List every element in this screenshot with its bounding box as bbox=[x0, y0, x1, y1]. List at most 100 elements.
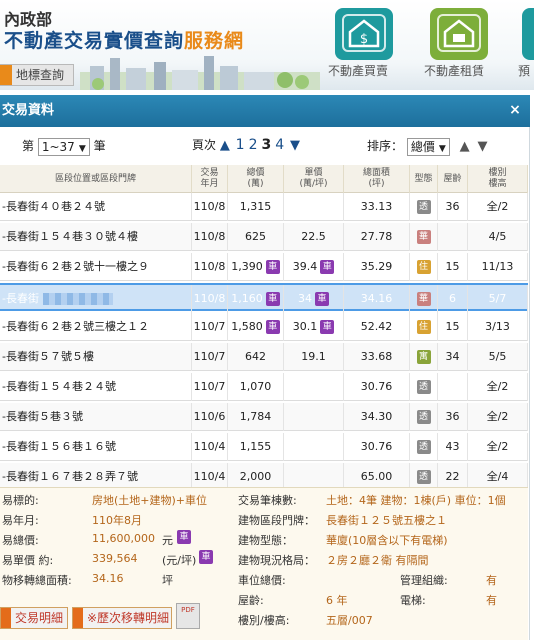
cell-address-text: -長春街１５６巷１６號 bbox=[2, 440, 116, 453]
cell-area-text: 27.78 bbox=[360, 230, 393, 243]
type-badge: 透 bbox=[416, 470, 431, 484]
detail-floor-value: 五層/007 bbox=[326, 614, 373, 627]
nav-rent-label[interactable]: 不動產租賃 bbox=[424, 62, 484, 79]
table-row[interactable]: -長春街５７號５樓 110/7 642 19.1 33.68 寓 34 5/5 bbox=[0, 343, 528, 371]
sort-select[interactable]: 總價 ▼ bbox=[406, 137, 450, 156]
transaction-detail-button[interactable]: 交易明細 bbox=[0, 607, 68, 629]
cell-address-text: -長春街１６７巷２８弄７號 bbox=[2, 470, 138, 483]
detail-unit-label: 易單價 約: bbox=[2, 554, 54, 567]
detail-age-label: 屋齡: bbox=[238, 594, 264, 607]
cell-age bbox=[438, 373, 468, 401]
history-detail-button[interactable]: ※歷次移轉明細 bbox=[72, 607, 172, 629]
detail-layout-value: ２房２廳２衛 有隔間 bbox=[326, 554, 429, 567]
col-header-area: 總面積 (坪) bbox=[344, 165, 410, 193]
cell-total-text: 1,315 bbox=[239, 200, 272, 213]
skyline-illustration bbox=[80, 56, 320, 90]
cell-address: -長春街６２巷２號十一樓之９ bbox=[0, 253, 192, 281]
site-title-sub: 服務網 bbox=[184, 30, 245, 52]
detail-unit-value: 339,564 bbox=[92, 552, 138, 565]
cell-area-text: 33.13 bbox=[360, 200, 393, 213]
page-link-1[interactable]: 1 bbox=[236, 137, 245, 153]
table-row[interactable]: -長春街４０巷２４號 110/8 1,315 33.13 透 36 全/2 bbox=[0, 193, 528, 221]
cell-area: 30.76 bbox=[344, 433, 410, 461]
cell-area-text: 30.76 bbox=[360, 440, 393, 453]
col-header-address: 區段位置或區段門牌 bbox=[0, 165, 192, 193]
cell-floor-text: 3/13 bbox=[485, 320, 510, 333]
detail-total-suffix: 元 bbox=[162, 534, 173, 547]
cell-type: 透 bbox=[410, 193, 438, 221]
detail-building-type-value: 華廈(10層含以下有電梯) bbox=[326, 534, 448, 547]
type-badge: 華 bbox=[416, 230, 431, 244]
detail-building-type-label: 建物型態： bbox=[238, 534, 293, 547]
landmark-search-button[interactable]: 地標查詢 bbox=[0, 64, 74, 86]
nav-rent-tile[interactable] bbox=[430, 8, 488, 60]
cell-unit-text: 22.5 bbox=[301, 230, 326, 243]
cell-unit: 19.1 bbox=[284, 343, 344, 371]
page-link-2[interactable]: 2 bbox=[249, 137, 258, 153]
table-row[interactable]: -長春街 110/8 1,160 車 34 車 34.16 華 6 5/7 bbox=[0, 283, 528, 313]
detail-count-value: 土地：4筆 建物：1棟(戶) 車位：1個 bbox=[326, 494, 506, 507]
sort-desc-icon[interactable]: ▼ bbox=[477, 139, 487, 154]
car-badge: 車 bbox=[265, 320, 280, 334]
record-range-select[interactable]: 1~37 ▼ bbox=[37, 137, 90, 156]
cell-date: 110/7 bbox=[192, 343, 228, 371]
record-range-value: 1~37 bbox=[41, 139, 75, 154]
nav-presale-tile[interactable] bbox=[522, 8, 534, 60]
house-rent-icon bbox=[437, 14, 481, 52]
cell-floor-text: 全/2 bbox=[486, 380, 509, 393]
cell-floor: 5/7 bbox=[468, 285, 528, 313]
table-row[interactable]: -長春街１５６巷１６號 110/4 1,155 30.76 透 43 全/2 bbox=[0, 433, 528, 461]
cell-floor-text: 5/5 bbox=[488, 350, 507, 363]
cell-address-text: -長春街５巷３號 bbox=[2, 410, 83, 423]
cell-total-text: 2,000 bbox=[239, 470, 272, 483]
close-icon[interactable]: × bbox=[508, 103, 522, 117]
car-badge: 車 bbox=[265, 260, 280, 274]
cell-unit bbox=[284, 193, 344, 221]
nav-sale-label[interactable]: 不動產買賣 bbox=[328, 62, 388, 79]
col-header-date: 交易 年月 bbox=[192, 165, 228, 193]
detail-area-suffix: 坪 bbox=[162, 574, 173, 587]
col-header-age: 屋齡 bbox=[438, 165, 468, 193]
cell-date-text: 110/7 bbox=[193, 380, 226, 393]
cell-floor-text: 5/7 bbox=[488, 292, 507, 305]
redacted-address bbox=[42, 293, 113, 305]
type-badge: 透 bbox=[416, 440, 431, 454]
printer-pdf-icon[interactable]: PDF bbox=[176, 603, 200, 629]
detail-elevator-value: 有 bbox=[486, 594, 497, 607]
cell-area-text: 52.42 bbox=[360, 320, 393, 333]
table-row[interactable]: -長春街６２巷２號十一樓之９ 110/8 1,390 車 39.4 車 35.29 住 15 11… bbox=[0, 253, 528, 281]
table-row[interactable]: -長春街５巷３號 110/6 1,784 34.30 透 36 全/2 bbox=[0, 403, 528, 431]
nav-sale-tile[interactable]: $ bbox=[335, 8, 393, 60]
cell-floor-text: 全/2 bbox=[486, 410, 509, 423]
cell-age: 36 bbox=[438, 193, 468, 221]
cell-date-text: 110/8 bbox=[193, 200, 226, 213]
sort-asc-icon[interactable]: ▲ bbox=[460, 139, 470, 154]
panel-header: 交易資料 × bbox=[0, 95, 530, 127]
cell-area: 52.42 bbox=[344, 313, 410, 341]
next-page-icon[interactable]: ▼ bbox=[290, 138, 300, 153]
cell-date: 110/8 bbox=[192, 285, 228, 313]
cell-type: 華 bbox=[410, 285, 438, 313]
cell-address: -長春街５７號５樓 bbox=[0, 343, 192, 371]
site-title[interactable]: 不動產交易實價查詢服務網 bbox=[4, 26, 244, 53]
car-badge: 車 bbox=[320, 320, 335, 334]
nav-presale-label[interactable]: 預 bbox=[518, 62, 530, 79]
col-header-total: 總價 (萬) bbox=[228, 165, 284, 193]
page-link-4[interactable]: 4 bbox=[275, 137, 284, 153]
site-title-main: 不動產交易實價查詢 bbox=[4, 30, 185, 52]
table-row[interactable]: -長春街１５４巷３０號４樓 110/8 625 22.5 27.78 華 4/5 bbox=[0, 223, 528, 251]
prev-page-icon[interactable]: ▲ bbox=[220, 138, 230, 153]
cell-date: 110/7 bbox=[192, 373, 228, 401]
detail-area-label: 物移轉總面積: bbox=[2, 574, 72, 587]
cell-floor: 全/2 bbox=[468, 373, 528, 401]
cell-address-text: -長春街４０巷２４號 bbox=[2, 200, 105, 213]
cell-area: 33.13 bbox=[344, 193, 410, 221]
detail-mgmt-label: 管理組織: bbox=[400, 574, 448, 587]
cell-age-text: 15 bbox=[445, 320, 460, 333]
cell-area-text: 34.16 bbox=[360, 292, 393, 305]
table-row[interactable]: -長春街６２巷２號三樓之１２ 110/7 1,580 車 30.1 車 52.42 住 15 3/… bbox=[0, 313, 528, 341]
table-row[interactable]: -長春街１５４巷２４號 110/7 1,070 30.76 透 全/2 bbox=[0, 373, 528, 401]
cell-area: 33.68 bbox=[344, 343, 410, 371]
cell-total: 1,784 bbox=[228, 403, 284, 431]
cell-area: 34.16 bbox=[344, 285, 410, 313]
